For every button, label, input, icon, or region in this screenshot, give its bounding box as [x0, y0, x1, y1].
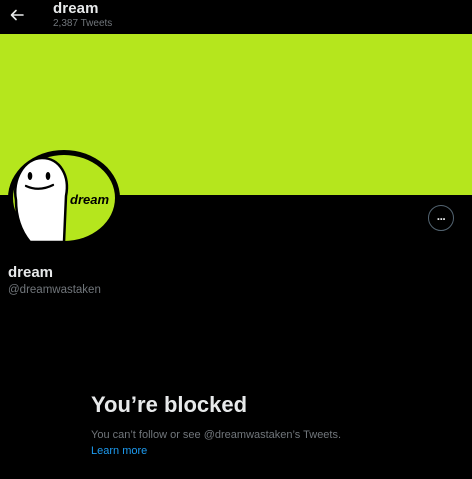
learn-more-link[interactable]: Learn more — [91, 445, 147, 457]
profile-handle: @dreamwastaken — [8, 284, 101, 296]
profile-name: dream — [8, 264, 54, 281]
avatar[interactable]: dream — [8, 150, 120, 246]
top-bar: dream 2,387 Tweets — [0, 0, 472, 34]
header-title: dream — [53, 0, 99, 17]
dream-avatar-icon: dream — [10, 152, 118, 244]
avatar-text: dream — [70, 192, 109, 207]
blocked-title: You’re blocked — [91, 392, 248, 417]
blocked-message: You can’t follow or see @dreamwastaken’s… — [91, 429, 342, 441]
more-options-button[interactable]: ... — [428, 205, 454, 231]
more-dots-icon: ... — [436, 208, 446, 223]
tweet-count: 2,387 Tweets — [53, 18, 113, 29]
back-button[interactable] — [6, 4, 28, 26]
arrow-left-icon — [10, 9, 24, 21]
